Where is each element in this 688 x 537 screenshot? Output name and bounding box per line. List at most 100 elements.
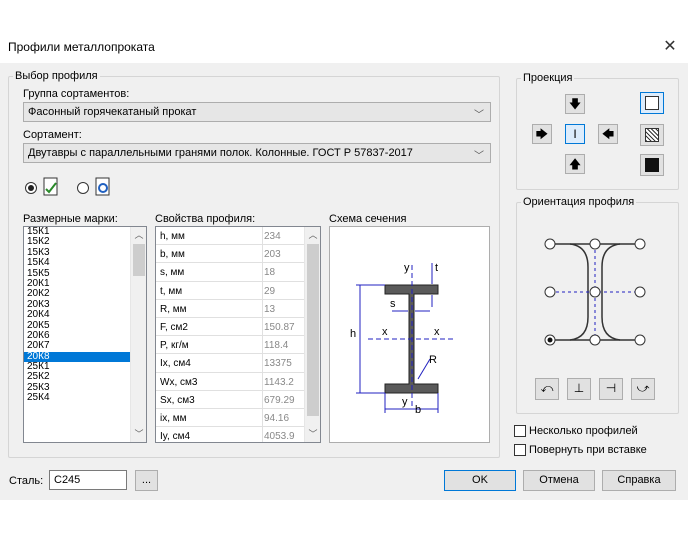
chevron-down-icon[interactable]: ﹀: [305, 426, 320, 442]
arrow-left-icon[interactable]: 🡄: [598, 124, 618, 144]
group-combo[interactable]: Фасонный горячекатаный прокат ﹀: [23, 102, 491, 122]
radio-custom[interactable]: [77, 182, 89, 194]
rotate-on-insert-checkbox[interactable]: [514, 444, 526, 456]
prop-value: 234: [264, 231, 281, 242]
marks-listbox[interactable]: 15К1 15К2 15К3 15К4 15К5 20К1 20К2 20К3 20К4 20К5…: [23, 226, 147, 443]
props-table[interactable]: h, мм 234 b, мм 203 s, мм 18 t, мм 29 R, мм 13 F, …: [155, 226, 321, 443]
prop-row[interactable]: t, мм 29: [156, 281, 304, 300]
prop-value: 118.4: [264, 340, 289, 352]
rotate-left-icon[interactable]: ⤺: [535, 378, 559, 400]
chevron-down-icon: ﹀: [474, 151, 484, 162]
label-x-right: x: [434, 326, 440, 338]
prop-row[interactable]: s, мм 18: [156, 263, 304, 282]
orientation-legend: Ориентация профиля: [523, 196, 635, 208]
rotate-on-insert-label: Повернуть при вставке: [529, 444, 647, 456]
marks-list: 15К1 15К2 15К3 15К4 15К5 20К1 20К2 20К3 20К4 20К5…: [24, 227, 146, 404]
scheme-label: Схема сечения: [329, 213, 407, 225]
prop-divider: [262, 227, 263, 245]
label-r: R: [429, 354, 437, 366]
assortment-label: Сортамент:: [23, 129, 82, 141]
outline-fill-icon[interactable]: [640, 92, 664, 114]
steel-browse-button[interactable]: ...: [135, 470, 158, 491]
profile-select-legend: Выбор профиля: [15, 70, 98, 82]
prop-name: P, кг/м: [160, 340, 189, 352]
props-scrollbar[interactable]: ︿ ﹀: [304, 227, 320, 442]
group-value: Фасонный горячекатаный прокат: [28, 106, 197, 118]
prop-value: 679.29: [264, 394, 295, 406]
prop-row[interactable]: Wx, см3 1143.2: [156, 372, 304, 391]
label-h: h: [350, 328, 356, 340]
chevron-down-icon[interactable]: ﹀: [131, 426, 146, 442]
marks-scrollbar[interactable]: ︿ ﹀: [130, 227, 146, 442]
prop-value: 29: [264, 285, 276, 297]
i-beam-icon[interactable]: I: [565, 124, 585, 144]
solid-fill-icon[interactable]: [640, 154, 664, 176]
assortment-combo[interactable]: Двутавры с параллельными гранями полок. …: [23, 143, 491, 163]
hatch-fill-icon[interactable]: [640, 124, 664, 146]
label-s: s: [390, 298, 396, 310]
prop-divider: [262, 318, 263, 336]
orientation-diagram: [544, 238, 646, 346]
ok-button[interactable]: OK: [444, 470, 516, 491]
steel-label: Сталь:: [9, 475, 44, 487]
scroll-thumb[interactable]: [307, 244, 319, 416]
label-y-bottom: y: [402, 396, 408, 408]
document-check-icon: [43, 177, 58, 196]
prop-row[interactable]: R, мм 13: [156, 299, 304, 318]
prop-value: 18: [264, 267, 276, 279]
prop-name: F, см2: [160, 322, 188, 333]
prop-name: b, мм: [160, 249, 185, 261]
mark-item[interactable]: 25К4: [24, 392, 146, 403]
prop-row[interactable]: F, см2 150.87: [156, 318, 304, 337]
document-gear-icon: [95, 177, 110, 196]
prop-name: R, мм: [160, 303, 187, 315]
arrow-up-icon[interactable]: 🡅: [565, 154, 585, 174]
scheme-panel: y t s h x x R y b: [329, 226, 490, 443]
prop-row[interactable]: ix, мм 94.16: [156, 409, 304, 428]
prop-name: h, мм: [160, 231, 185, 242]
prop-value: 203: [264, 249, 281, 261]
prop-value: 13375: [264, 358, 292, 370]
steel-input[interactable]: C245: [49, 470, 127, 490]
close-icon[interactable]: ✕: [660, 36, 680, 56]
i-beam-section-drawing: y t s h x x R y b: [350, 262, 456, 416]
rotate-right-icon[interactable]: ⤻: [631, 378, 655, 400]
scroll-thumb[interactable]: [133, 244, 145, 276]
assortment-value: Двутавры с параллельными гранями полок. …: [28, 147, 413, 159]
prop-row[interactable]: P, кг/м 118.4: [156, 336, 304, 355]
prop-name: Wx, см3: [160, 376, 198, 388]
title-bar: Профили металлопроката ✕: [0, 30, 688, 63]
mark-item[interactable]: 15К4: [24, 257, 146, 268]
prop-row[interactable]: h, мм 234: [156, 227, 304, 246]
prop-value: 4053.9: [264, 431, 295, 443]
flip-horizontal-icon[interactable]: ⊣: [599, 378, 623, 400]
prop-name: ix, мм: [160, 413, 187, 424]
chevron-up-icon[interactable]: ︿: [305, 227, 320, 243]
prop-divider: [262, 390, 263, 408]
multiple-profiles-label: Несколько профилей: [529, 425, 638, 437]
prop-value: 94.16: [264, 413, 290, 424]
prop-value: 1143.2: [264, 376, 294, 388]
props-label: Свойства профиля:: [155, 213, 256, 225]
prop-value: 150.87: [264, 322, 295, 333]
arrow-right-icon[interactable]: 🡆: [532, 124, 552, 144]
multiple-profiles-checkbox[interactable]: [514, 425, 526, 437]
chevron-down-icon: ﹀: [474, 110, 484, 121]
prop-value: 13: [264, 303, 276, 315]
arrow-down-icon[interactable]: 🡇: [565, 94, 585, 114]
label-t: t: [435, 262, 438, 274]
prop-row[interactable]: Ix, см4 13375: [156, 354, 304, 373]
prop-divider: [262, 281, 263, 299]
prop-row[interactable]: Iy, см4 4053.9: [156, 427, 304, 443]
help-button[interactable]: Справка: [602, 470, 676, 491]
mark-item[interactable]: 20К4: [24, 309, 146, 320]
prop-divider: [262, 409, 263, 427]
prop-row[interactable]: b, мм 203: [156, 245, 304, 264]
cancel-button[interactable]: Отмена: [523, 470, 595, 491]
radio-standard[interactable]: [25, 182, 37, 194]
prop-name: s, мм: [160, 267, 185, 279]
flip-vertical-icon[interactable]: ⊥: [567, 378, 591, 400]
window-title: Профили металлопроката: [8, 40, 155, 54]
prop-row[interactable]: Sx, см3 679.29: [156, 390, 304, 409]
chevron-up-icon[interactable]: ︿: [131, 227, 146, 243]
